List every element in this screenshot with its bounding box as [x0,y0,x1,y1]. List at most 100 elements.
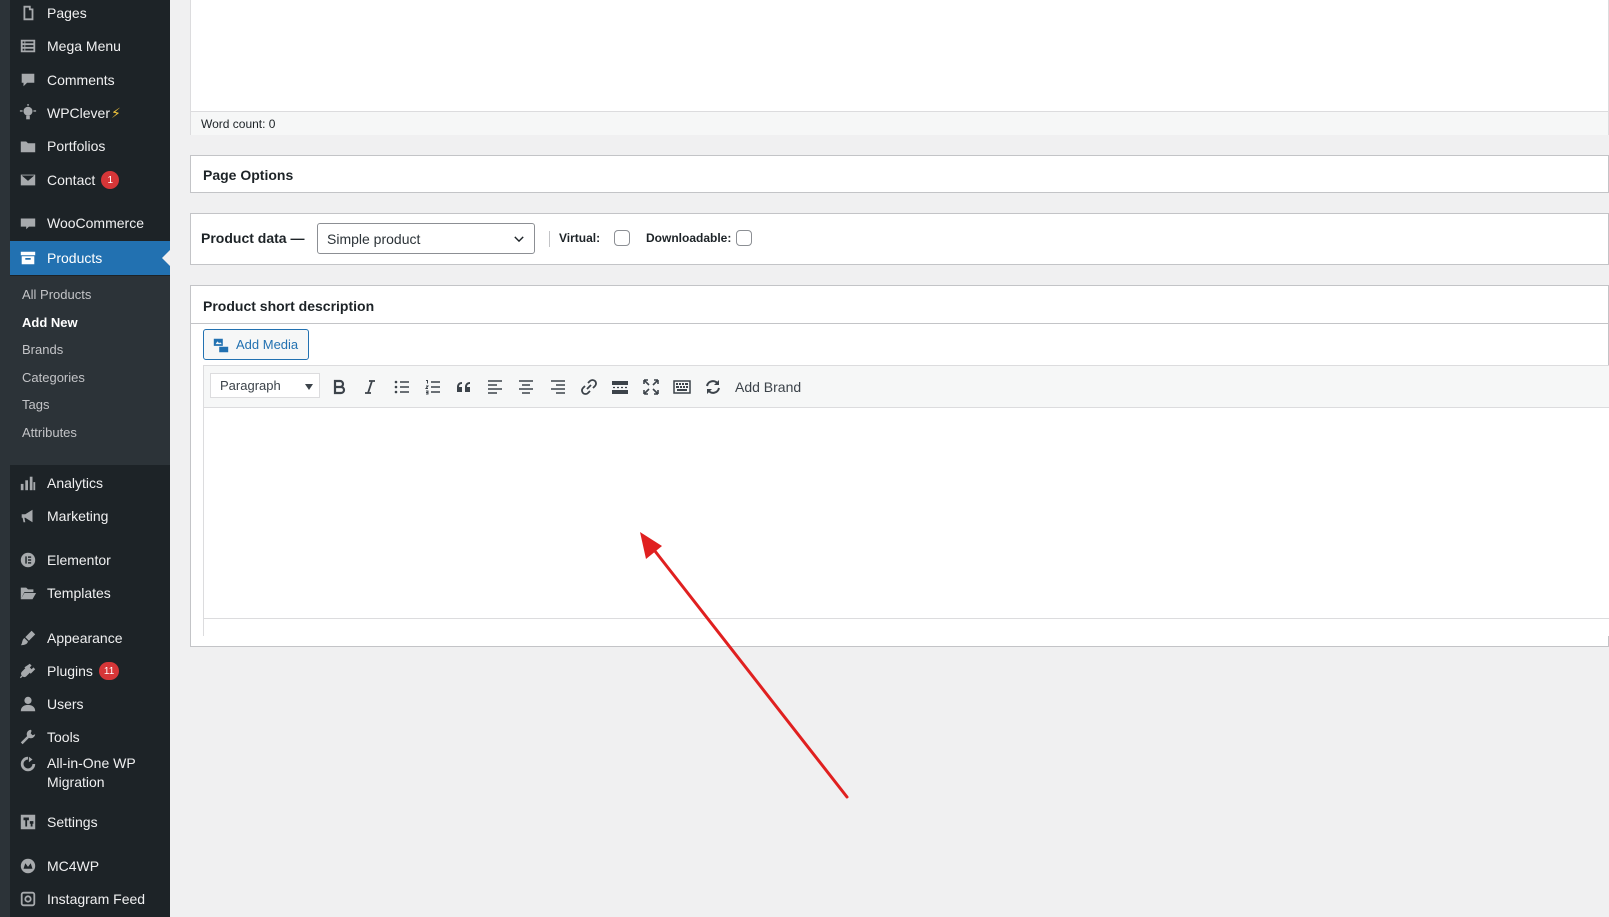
sidebar-item-pages[interactable]: Pages [10,0,170,30]
bold-button[interactable] [327,375,351,399]
sidebar-item-label: Mega Menu [47,38,121,54]
chevron-down-icon [514,236,524,243]
admin-edge-strip [0,0,10,917]
word-count: Word count: 0 [191,111,1608,135]
short-description-editor: Paragraph Add Brand [203,365,1609,636]
sidebar-item-comments[interactable]: Comments [10,63,170,97]
fullscreen-button[interactable] [639,375,663,399]
submenu-categories[interactable]: Categories [22,370,85,385]
wrench-icon [18,727,38,747]
submenu-attributes[interactable]: Attributes [22,425,77,440]
sidebar-item-label: Analytics [47,475,104,491]
toolbar-toggle-icon [673,380,691,394]
read-more-button[interactable] [608,375,632,399]
submenu-brands[interactable]: Brands [22,342,63,357]
admin-sidebar: Pages Mega Menu Comments WPClever ⚡ Port… [10,0,170,917]
sidebar-item-label: Settings [47,814,98,830]
virtual-label: Virtual: [559,231,601,245]
sidebar-item-mc4wp[interactable]: MC4WP [10,849,170,883]
sidebar-item-label: Marketing [47,508,109,524]
sidebar-item-label: All-in-One WP Migration [47,755,136,790]
refresh-icon [706,380,720,394]
short-description-title: Product short description [203,298,375,314]
media-icon [213,338,229,352]
add-media-label: Add Media [236,337,299,352]
lightbulb-icon [18,103,38,123]
main-content: Word count: 0 Page Options Product data … [190,0,1609,917]
bar-chart-icon [18,473,38,493]
product-data-label: Product data — [201,230,305,246]
blockquote-button[interactable] [452,375,476,399]
align-center-button[interactable] [514,375,538,399]
page-options-box[interactable]: Page Options [190,155,1609,193]
folder-icon [18,136,38,156]
numbered-list-button[interactable] [421,375,445,399]
sidebar-item-label: Elementor [47,552,111,568]
align-left-icon [488,380,502,394]
sidebar-item-marketing[interactable]: Marketing [10,499,170,533]
sidebar-item-users[interactable]: Users [10,687,170,721]
user-icon [18,694,38,714]
sidebar-item-label: Appearance [47,630,123,646]
submenu-add-new[interactable]: Add New [22,315,78,330]
sidebar-item-portfolios[interactable]: Portfolios [10,129,170,163]
archive-icon [18,248,38,268]
short-description-input[interactable] [204,408,1609,618]
sidebar-item-label: Comments [47,72,115,88]
submenu-all-products[interactable]: All Products [22,287,91,302]
short-description-header[interactable]: Product short description [191,286,1608,324]
sidebar-item-all-in-one-wp-migration[interactable]: All-in-One WP Migration [10,748,170,794]
italic-button[interactable] [358,375,382,399]
sidebar-item-instagram-feed[interactable]: Instagram Feed [10,882,170,916]
page-options-title: Page Options [203,167,294,183]
add-brand-button[interactable]: Add Brand [735,379,801,395]
product-type-value: Simple product [327,231,421,247]
link-button[interactable] [577,375,601,399]
sidebar-item-wpclever[interactable]: WPClever ⚡ [10,96,170,130]
instagram-icon [18,889,38,909]
link-icon [581,379,597,395]
align-right-button[interactable] [546,375,570,399]
add-media-button[interactable]: Add Media [203,329,310,360]
virtual-checkbox[interactable] [614,230,630,246]
toolbar-toggle-button[interactable] [670,375,694,399]
sidebar-item-label: MC4WP [47,858,100,874]
notification-badge: 1 [101,171,120,189]
align-left-button[interactable] [483,375,507,399]
sidebar-item-contact[interactable]: Contact 1 [10,163,170,197]
downloadable-label: Downloadable: [646,231,732,245]
product-short-description-box: Product short description Add Media Para… [190,285,1609,647]
product-type-select[interactable]: Simple product [317,223,535,254]
update-badge: 11 [98,662,120,680]
plug-icon [18,661,38,681]
mail-icon [18,170,38,190]
submenu-tags[interactable]: Tags [22,397,49,412]
refresh-button[interactable] [701,375,725,399]
sidebar-item-products[interactable]: Products [10,241,170,275]
downloadable-checkbox[interactable] [736,230,752,246]
comments-icon [18,70,38,90]
mc4wp-icon [18,856,38,876]
sidebar-item-elementor[interactable]: Elementor [10,543,170,577]
align-center-icon [519,380,533,394]
products-submenu: All Products Add New Brands Categories T… [10,276,170,465]
sidebar-item-settings[interactable]: Settings [10,805,170,839]
woo-icon [18,213,38,233]
editor-statusbar [204,618,1609,636]
sidebar-item-label: Products [47,250,103,266]
post-content-editor[interactable]: Word count: 0 [190,0,1609,135]
sidebar-item-appearance[interactable]: Appearance [10,621,170,655]
product-data-divider [549,231,550,247]
sidebar-item-woocommerce[interactable]: WooCommerce [10,206,170,240]
sidebar-item-templates[interactable]: Templates [10,576,170,610]
sidebar-item-plugins[interactable]: Plugins 11 [10,654,170,688]
bullet-list-button[interactable] [390,375,414,399]
sidebar-item-mega-menu[interactable]: Mega Menu [10,29,170,63]
fullscreen-icon [643,379,659,395]
sidebar-item-label: WooCommerce [47,215,144,231]
sidebar-item-analytics[interactable]: Analytics [10,466,170,500]
sidebar-item-label: Pages [47,5,87,21]
editor-toolbar: Paragraph Add Brand [204,366,1609,408]
format-select[interactable]: Paragraph [210,373,320,398]
bullet-list-icon [394,380,409,394]
